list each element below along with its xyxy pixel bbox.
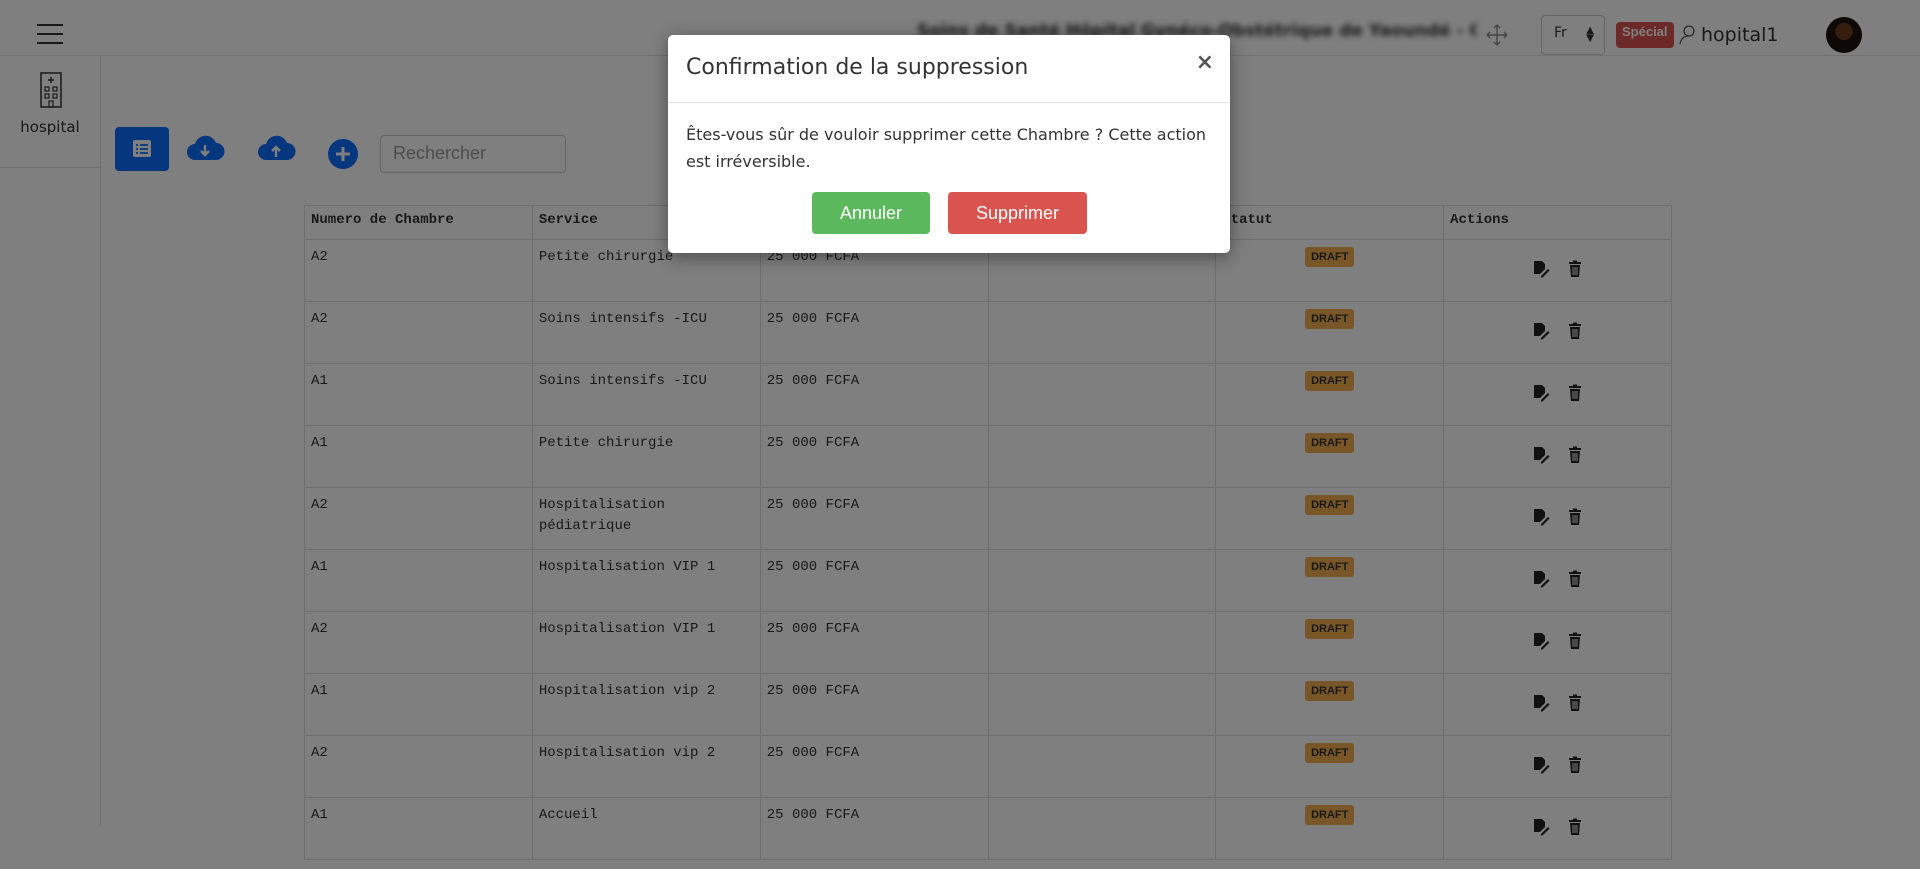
close-icon[interactable]: × (1196, 52, 1214, 74)
modal-header: Confirmation de la suppression × (668, 35, 1230, 103)
modal-title: Confirmation de la suppression (686, 55, 1029, 80)
cancel-button[interactable]: Annuler (812, 192, 930, 234)
modal-message: Êtes-vous sûr de vouloir supprimer cette… (686, 125, 1207, 171)
delete-confirmation-modal: Confirmation de la suppression × Êtes-vo… (668, 35, 1230, 253)
delete-button[interactable]: Supprimer (948, 192, 1087, 234)
